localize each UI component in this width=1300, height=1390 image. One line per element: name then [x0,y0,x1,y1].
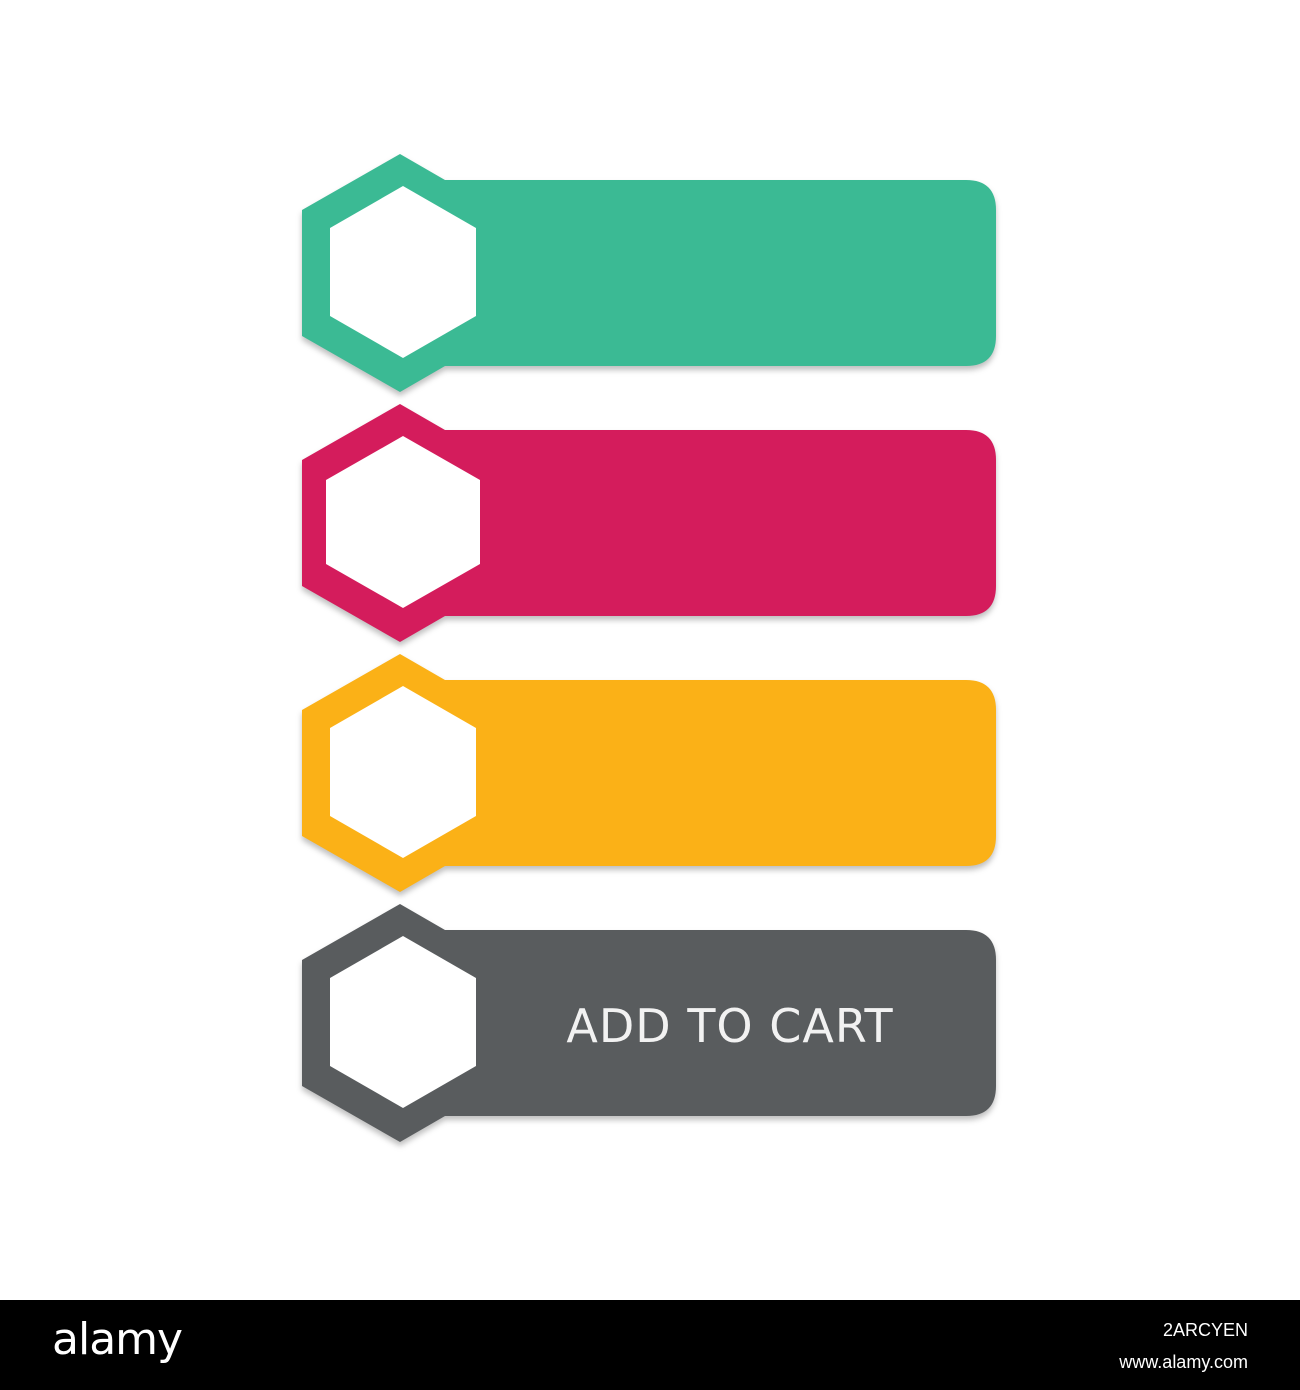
site-url[interactable]: www.alamy.com [1119,1352,1248,1373]
add-to-cart-button[interactable]: ADD TO CART [300,900,1000,1142]
alamy-logo: alamy [52,1314,183,1365]
watermark-footer: alamy 2ARCYEN www.alamy.com [0,1300,1300,1390]
yellow-label-text [460,746,1000,806]
pink-label-text [460,496,1000,556]
teal-label-button[interactable] [300,150,1000,392]
add-to-cart-label: ADD TO CART [566,999,894,1053]
yellow-label-button[interactable] [300,650,1000,892]
pink-label-button[interactable] [300,400,1000,642]
teal-label-text [460,246,1000,306]
image-id: 2ARCYEN [1162,1320,1248,1340]
button-set-canvas: ADD TO CART [0,0,1300,1300]
